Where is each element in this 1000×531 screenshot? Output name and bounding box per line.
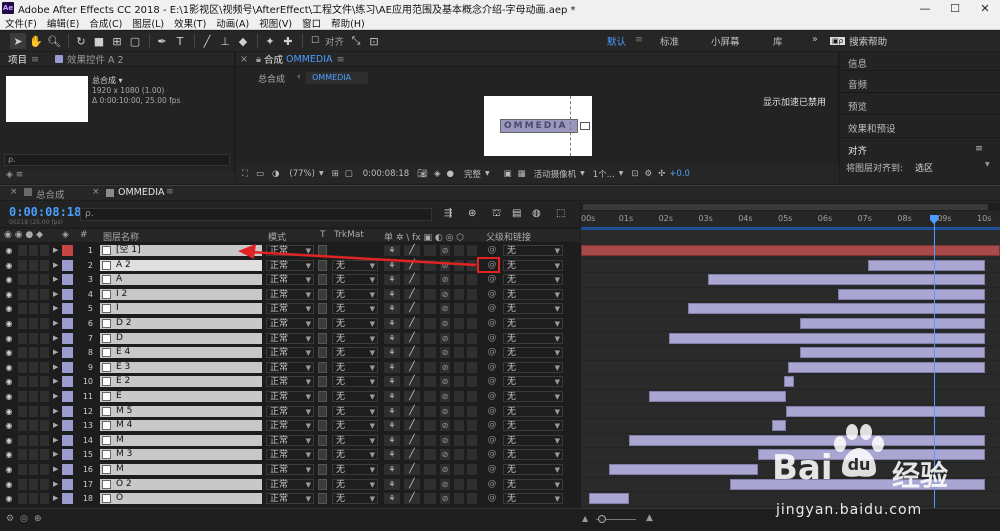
toggle-switches-icon[interactable]: ⚙	[6, 514, 14, 524]
zoom-out-icon[interactable]: ▲	[582, 514, 588, 523]
svg-text:du: du	[848, 455, 871, 474]
zoom-in-icon[interactable]: ▲	[646, 513, 653, 523]
baidu-paw-icon: du	[834, 424, 884, 477]
watermark-brand-suffix: 经验	[892, 459, 949, 492]
toggle-modes-icon[interactable]: ◎	[20, 514, 28, 524]
watermark-brand: Bai	[772, 448, 833, 488]
zoom-slider-thumb[interactable]	[598, 515, 606, 523]
annotation-arrow-head	[238, 244, 256, 259]
watermark-url: jingyan.baidu.com	[776, 502, 923, 518]
highlight-box	[477, 257, 500, 273]
annotation-arrow-line	[249, 250, 477, 267]
toggle-stretch-icon[interactable]: ⊕	[34, 514, 42, 524]
after-effects-window: Ae Adobe After Effects CC 2018 - E:\1影视区…	[0, 0, 1000, 531]
baidu-watermark: du Bai 经验 jingyan.baidu.com	[770, 420, 1000, 531]
